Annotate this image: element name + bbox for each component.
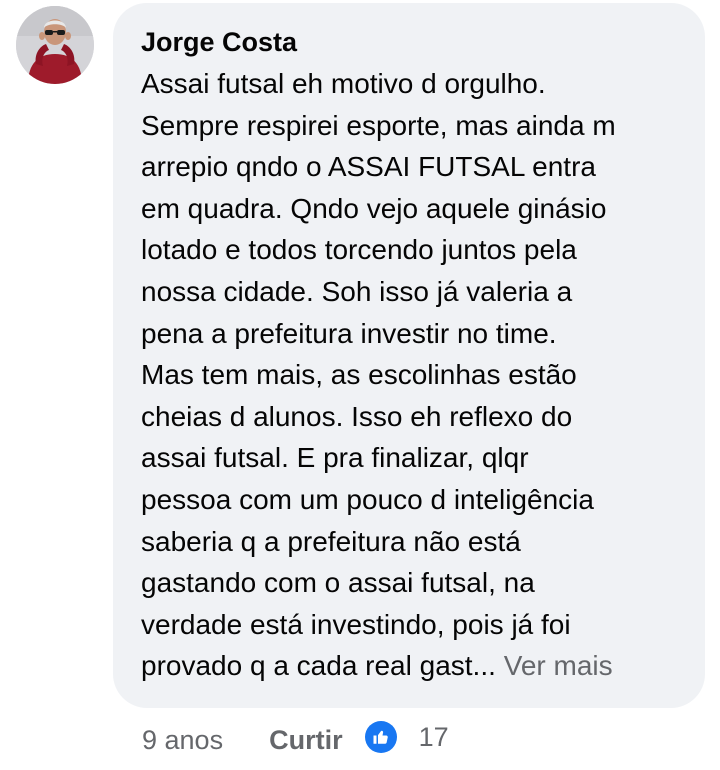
comment-line: lotado e todos torcendo juntos pela (141, 234, 577, 266)
comment-last-line: provado q a cada real gast... Ver mais (141, 645, 683, 687)
author-avatar[interactable] (16, 6, 94, 84)
comment-text: Assai futsal eh motivo d orgulho. Sempre… (141, 63, 683, 687)
comment-line: cheias d alunos. Isso eh reflexo do (141, 400, 573, 432)
like-button[interactable]: Curtir (269, 725, 343, 756)
comment-line: pessoa com um pouco d inteligência (141, 483, 594, 515)
comment-line: nossa cidade. Soh isso já valeria a (141, 275, 573, 307)
thumbs-up-glyph (373, 730, 388, 744)
comment-actions: 9 anos Curtir 17 (142, 718, 449, 762)
comment-author-name[interactable]: Jorge Costa (141, 25, 683, 59)
thumbs-up-icon[interactable] (364, 721, 397, 753)
comment-line-truncated: provado q a cada real gast... (141, 650, 496, 682)
comment-line: assai futsal. E pra finalizar, qlqr (141, 442, 529, 474)
comment-line: pena a prefeitura investir no time. (141, 317, 557, 349)
comment-line: em quadra. Qndo vejo aquele ginásio (141, 192, 607, 224)
comment-line: verdade está investindo, pois já foi (141, 608, 571, 640)
comment-line: gastando com o assai futsal, na (141, 567, 535, 599)
reaction-count[interactable]: 17 (419, 722, 449, 753)
avatar-photo (16, 6, 94, 84)
comment-line: arrepio qndo o ASSAI FUTSAL entra (141, 151, 596, 183)
comment-line: Assai futsal eh motivo d orgulho. (141, 68, 546, 99)
comment-line: Mas tem mais, as escolinhas estão (141, 359, 577, 391)
comment-line: saberia q a prefeitura não está (141, 525, 521, 557)
comment-line: Sempre respirei esporte, mas ainda m (141, 109, 616, 141)
comment-timestamp[interactable]: 9 anos (142, 725, 223, 756)
comment-bubble: Jorge Costa Assai futsal eh motivo d org… (113, 3, 705, 708)
see-more-link[interactable]: Ver mais (504, 650, 613, 681)
